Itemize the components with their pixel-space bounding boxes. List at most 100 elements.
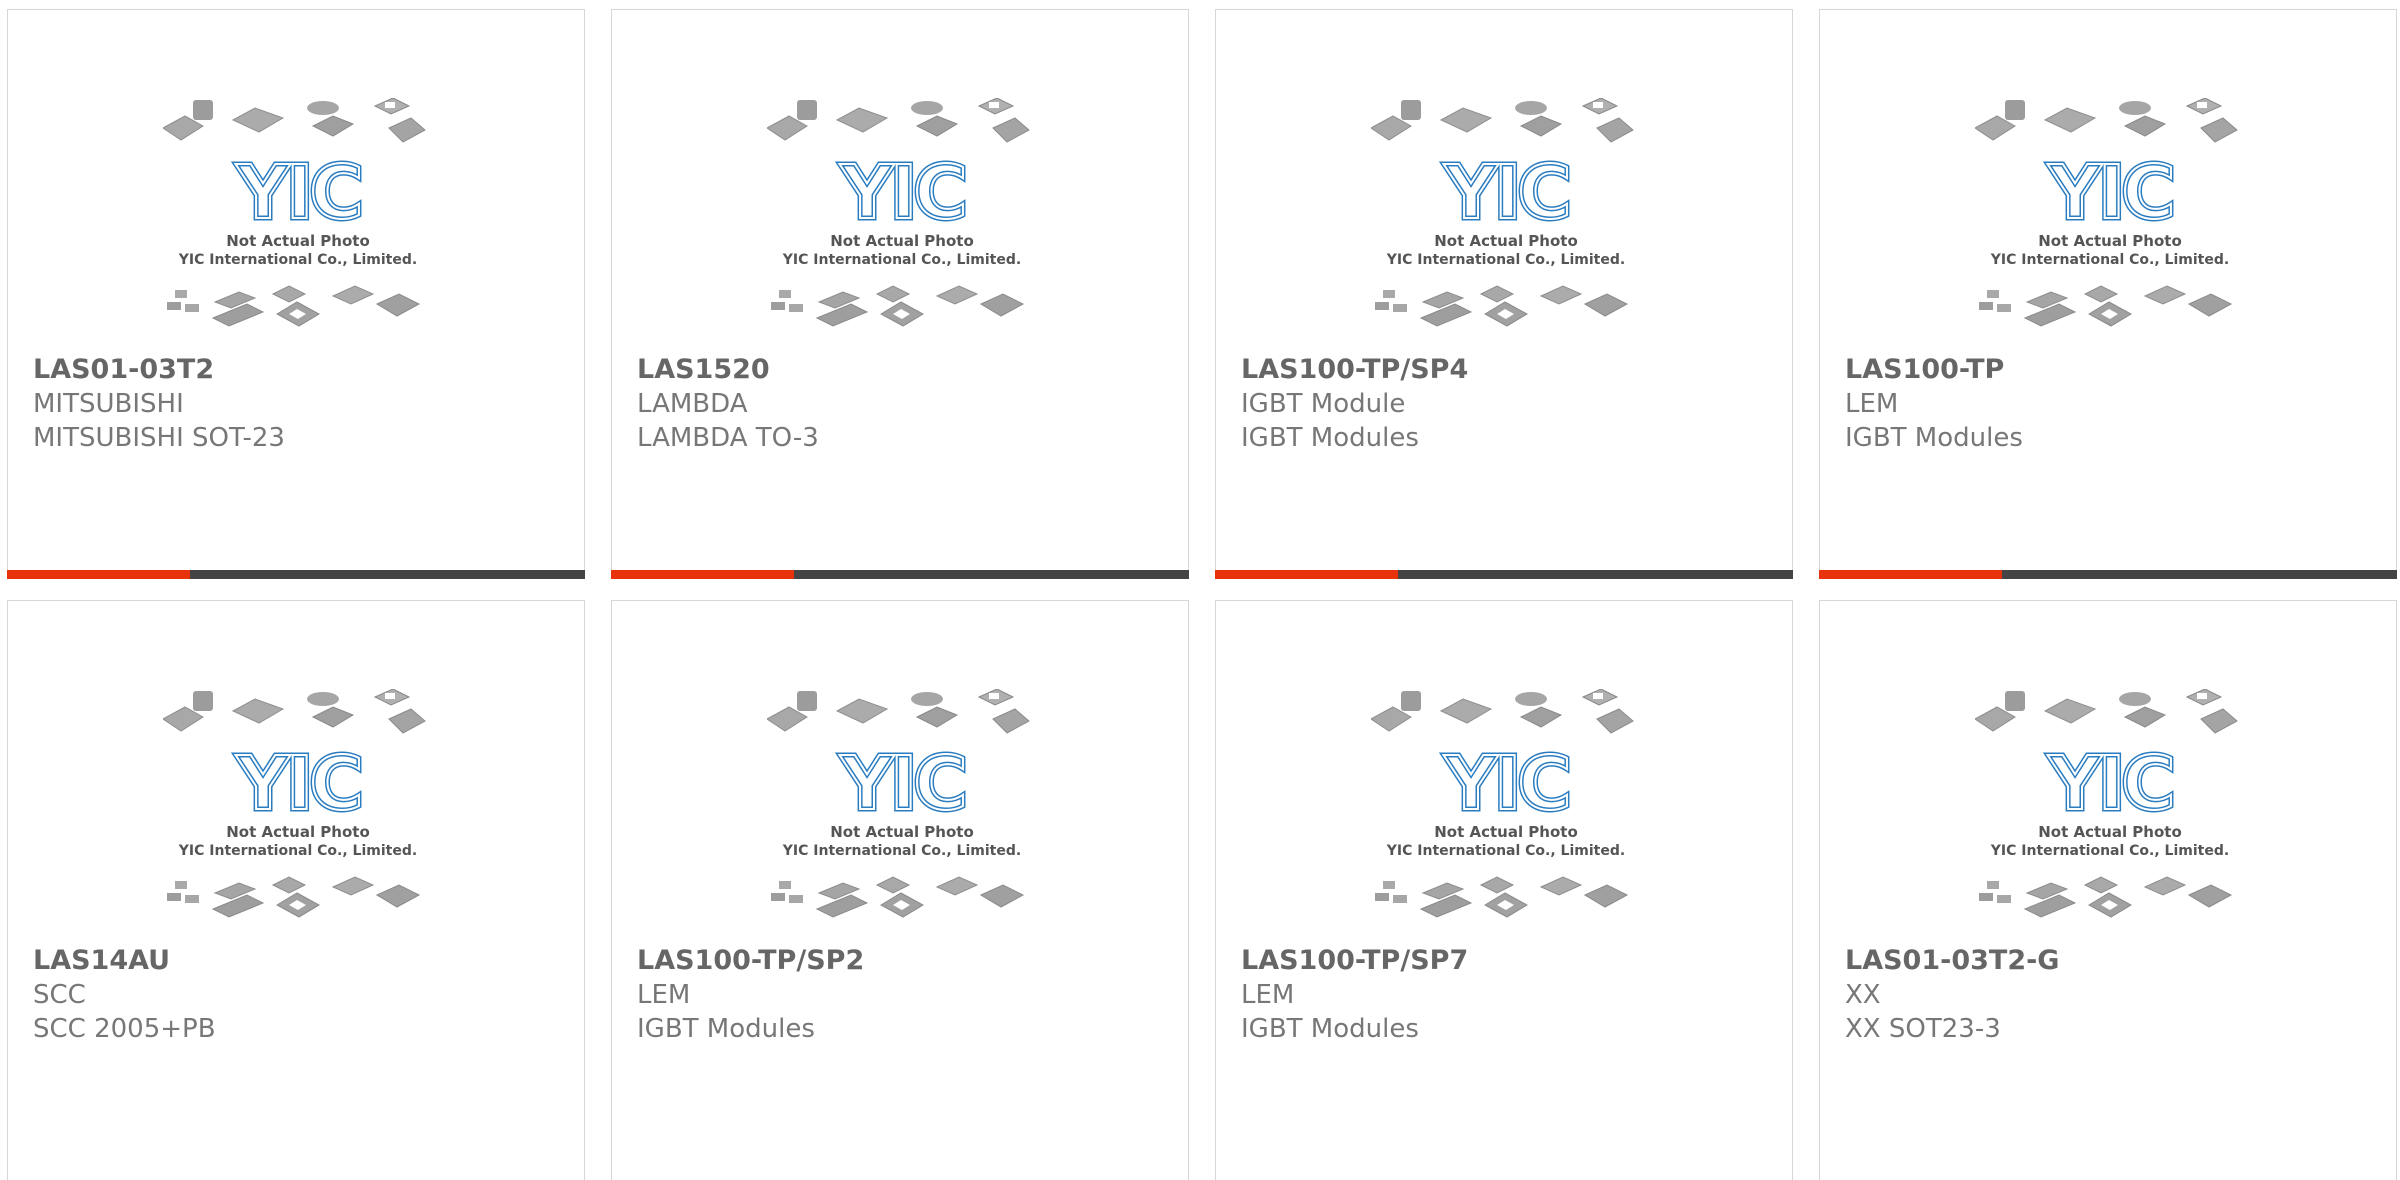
chip-icons-top <box>766 97 1030 143</box>
manufacturer: LAMBDA <box>637 389 748 419</box>
product-info: LAS100-TP/SP4 IGBT Module IGBT Modules <box>1241 353 1782 455</box>
product-info: LAS01-03T2 MITSUBISHI MITSUBISHI SOT-23 <box>33 353 574 455</box>
yic-logo: YIC YIC <box>1441 739 1574 830</box>
chip-icons-bottom <box>1375 285 1629 327</box>
part-number[interactable]: LAS14AU <box>33 944 574 978</box>
card-accent-bar <box>7 570 190 579</box>
part-number[interactable]: LAS01-03T2 <box>33 353 574 387</box>
chip-icons-top <box>162 97 426 143</box>
card-bottom-bar <box>611 570 1189 579</box>
card-bottom-bar <box>1215 570 1793 579</box>
chip-icons-bottom <box>1375 876 1629 918</box>
svg-text:YIC: YIC <box>235 150 359 236</box>
card-accent-bar <box>1819 570 2002 579</box>
product-info: LAS100-TP LEM IGBT Modules <box>1845 353 2386 455</box>
product-card[interactable]: YIC YIC Not Actual Photo YIC Internation… <box>611 9 1189 579</box>
product-placeholder-image[interactable]: YIC YIC Not Actual Photo YIC Internation… <box>1370 97 1641 348</box>
not-actual-photo-note: Not Actual Photo <box>830 823 974 841</box>
product-placeholder-image[interactable]: YIC YIC Not Actual Photo YIC Internation… <box>766 97 1037 348</box>
product-card[interactable]: YIC YIC Not Actual Photo YIC Internation… <box>1215 9 1793 579</box>
svg-text:YIC: YIC <box>1443 741 1567 827</box>
chip-icons-bottom <box>167 876 421 918</box>
product-card[interactable]: YIC YIC Not Actual Photo YIC Internation… <box>611 600 1189 1180</box>
yic-logo: YIC YIC <box>1441 148 1574 239</box>
description: SCC 2005+PB <box>33 1014 216 1044</box>
product-card[interactable]: YIC YIC Not Actual Photo YIC Internation… <box>7 9 585 579</box>
description: MITSUBISHI SOT-23 <box>33 423 285 453</box>
company-note: YIC International Co., Limited. <box>782 843 1021 859</box>
description: IGBT Modules <box>1241 423 1419 453</box>
yic-logo: YIC YIC <box>233 148 366 239</box>
company-note: YIC International Co., Limited. <box>1990 252 2229 268</box>
product-card[interactable]: YIC YIC Not Actual Photo YIC Internation… <box>1819 600 2397 1180</box>
chip-icons-bottom <box>771 876 1025 918</box>
chip-icons-bottom <box>1979 876 2233 918</box>
part-number[interactable]: LAS100-TP/SP2 <box>637 944 1178 978</box>
chip-icons-top <box>1370 688 1634 734</box>
description: IGBT Modules <box>1845 423 2023 453</box>
manufacturer: IGBT Module <box>1241 389 1406 419</box>
product-card[interactable]: YIC YIC Not Actual Photo YIC Internation… <box>7 600 585 1180</box>
product-placeholder-image[interactable]: YIC YIC Not Actual Photo YIC Internation… <box>1974 97 2245 348</box>
product-grid: YIC YIC Not Actual Photo YIC Internation… <box>0 0 2400 1180</box>
svg-text:YIC: YIC <box>839 741 963 827</box>
svg-text:YIC: YIC <box>2047 741 2171 827</box>
description: XX SOT23-3 <box>1845 1014 2001 1044</box>
svg-text:YIC: YIC <box>2047 150 2171 236</box>
svg-text:YIC: YIC <box>1443 150 1567 236</box>
product-placeholder-image[interactable]: YIC YIC Not Actual Photo YIC Internation… <box>766 688 1037 939</box>
yic-logo: YIC YIC <box>2045 739 2178 830</box>
part-number[interactable]: LAS100-TP <box>1845 353 2386 387</box>
product-info: LAS1520 LAMBDA LAMBDA TO-3 <box>637 353 1178 455</box>
company-note: YIC International Co., Limited. <box>782 252 1021 268</box>
card-bottom-bar <box>1819 570 2397 579</box>
manufacturer: LEM <box>1845 389 1899 419</box>
svg-text:YIC: YIC <box>235 741 359 827</box>
part-number[interactable]: LAS1520 <box>637 353 1178 387</box>
not-actual-photo-note: Not Actual Photo <box>2038 823 2182 841</box>
product-placeholder-image[interactable]: YIC YIC Not Actual Photo YIC Internation… <box>162 97 433 348</box>
product-placeholder-image[interactable]: YIC YIC Not Actual Photo YIC Internation… <box>1370 688 1641 939</box>
not-actual-photo-note: Not Actual Photo <box>830 232 974 250</box>
description: IGBT Modules <box>637 1014 815 1044</box>
chip-icons-top <box>766 688 1030 734</box>
manufacturer: XX <box>1845 980 1881 1010</box>
not-actual-photo-note: Not Actual Photo <box>226 232 370 250</box>
yic-logo: YIC YIC <box>233 739 366 830</box>
chip-icons-top <box>1974 97 2238 143</box>
yic-logo: YIC YIC <box>837 739 970 830</box>
chip-icons-bottom <box>1979 285 2233 327</box>
manufacturer: LEM <box>637 980 691 1010</box>
company-note: YIC International Co., Limited. <box>1386 252 1625 268</box>
product-info: LAS100-TP/SP7 LEM IGBT Modules <box>1241 944 1782 1046</box>
description: LAMBDA TO-3 <box>637 423 819 453</box>
product-placeholder-image[interactable]: YIC YIC Not Actual Photo YIC Internation… <box>162 688 433 939</box>
svg-text:YIC: YIC <box>839 150 963 236</box>
not-actual-photo-note: Not Actual Photo <box>2038 232 2182 250</box>
product-info: LAS14AU SCC SCC 2005+PB <box>33 944 574 1046</box>
yic-logo: YIC YIC <box>837 148 970 239</box>
description: IGBT Modules <box>1241 1014 1419 1044</box>
part-number[interactable]: LAS100-TP/SP4 <box>1241 353 1782 387</box>
manufacturer: MITSUBISHI <box>33 389 184 419</box>
product-placeholder-image[interactable]: YIC YIC Not Actual Photo YIC Internation… <box>1974 688 2245 939</box>
part-number[interactable]: LAS01-03T2-G <box>1845 944 2386 978</box>
card-accent-bar <box>1215 570 1398 579</box>
not-actual-photo-note: Not Actual Photo <box>226 823 370 841</box>
chip-icons-top <box>1370 97 1634 143</box>
part-number[interactable]: LAS100-TP/SP7 <box>1241 944 1782 978</box>
yic-logo: YIC YIC <box>2045 148 2178 239</box>
company-note: YIC International Co., Limited. <box>178 252 417 268</box>
product-card[interactable]: YIC YIC Not Actual Photo YIC Internation… <box>1819 9 2397 579</box>
product-card[interactable]: YIC YIC Not Actual Photo YIC Internation… <box>1215 600 1793 1180</box>
chip-icons-top <box>162 688 426 734</box>
chip-icons-bottom <box>167 285 421 327</box>
not-actual-photo-note: Not Actual Photo <box>1434 823 1578 841</box>
manufacturer: SCC <box>33 980 86 1010</box>
card-accent-bar <box>611 570 794 579</box>
chip-icons-top <box>1974 688 2238 734</box>
manufacturer: LEM <box>1241 980 1295 1010</box>
company-note: YIC International Co., Limited. <box>1990 843 2229 859</box>
product-info: LAS01-03T2-G XX XX SOT23-3 <box>1845 944 2386 1046</box>
chip-icons-bottom <box>771 285 1025 327</box>
